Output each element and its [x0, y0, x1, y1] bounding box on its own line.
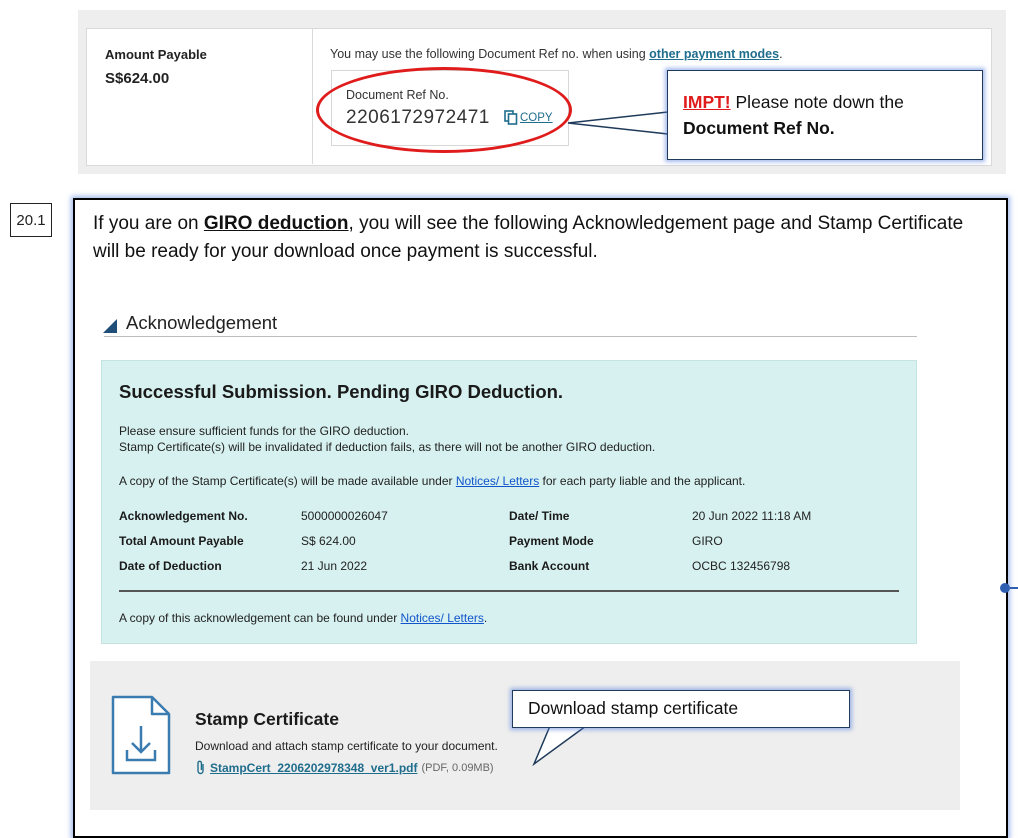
ack-line3-suffix: for each party liable and the applicant. — [539, 474, 746, 488]
amount-payable-value: S$624.00 — [105, 70, 170, 87]
ack-info-line-3: A copy of the Stamp Certificate(s) will … — [119, 474, 745, 488]
connector-dot — [1000, 583, 1010, 593]
step-intro-text: If you are on GIRO deduction, you will s… — [93, 210, 993, 266]
notices-letters-link[interactable]: Notices/ Letters — [456, 474, 539, 488]
impt-callout: IMPT! Please note down the Document Ref … — [667, 70, 983, 160]
acknowledgement-heading: Acknowledgement — [126, 312, 278, 333]
file-download-icon[interactable] — [110, 694, 172, 776]
callout-pointer-bottom — [532, 724, 589, 767]
file-meta: (PDF, 0.09MB) — [421, 761, 494, 774]
impt-label: IMPT! — [683, 92, 731, 112]
connector-line — [1010, 587, 1018, 589]
doc-ref-notice: You may use the following Document Ref n… — [330, 47, 783, 61]
intro-prefix: If you are on — [93, 213, 204, 234]
ack-field-value: GIRO — [692, 534, 723, 548]
doc-ref-notice-suffix: . — [779, 47, 783, 61]
section-marker-icon — [103, 319, 117, 333]
ack-footer-text: A copy of this acknowledgement can be fo… — [119, 611, 487, 625]
ack-footer-suffix: . — [483, 611, 488, 625]
highlight-ellipse — [316, 67, 572, 153]
ack-info-line-1: Please ensure sufficient funds for the G… — [119, 424, 409, 438]
ack-field-value: 5000000026047 — [301, 509, 388, 523]
step-number: 20.1 — [10, 203, 52, 237]
ack-field-key: Bank Account — [509, 559, 590, 573]
stamp-certificate-file[interactable]: StampCert_2206202978348_ver1.pdf (PDF, 0… — [195, 760, 494, 775]
ack-separator — [119, 590, 899, 592]
impt-bold-text: Document Ref No. — [683, 118, 835, 138]
impt-text: Please note down the — [730, 92, 904, 112]
other-payment-modes-link[interactable]: other payment modes — [649, 47, 779, 61]
ack-footer-prefix: A copy of this acknowledgement can be fo… — [119, 611, 401, 625]
ack-field-key: Date of Deduction — [119, 559, 222, 573]
acknowledgement-divider — [104, 336, 917, 337]
ack-field-key: Total Amount Payable — [119, 534, 244, 548]
ack-info-line-2: Stamp Certificate(s) will be invalidated… — [119, 440, 656, 454]
amount-payable-label: Amount Payable — [105, 47, 207, 62]
download-callout: Download stamp certificate — [512, 690, 850, 728]
giro-deduction-text: GIRO deduction — [203, 213, 349, 234]
ack-field-value: 20 Jun 2022 11:18 AM — [692, 509, 812, 523]
payment-card-divider — [312, 28, 313, 164]
notices-letters-footer-link[interactable]: Notices/ Letters — [401, 611, 484, 625]
ack-field-value: 21 Jun 2022 — [301, 559, 368, 573]
ack-line3-prefix: A copy of the Stamp Certificate(s) will … — [119, 474, 456, 488]
stamp-certificate-description: Download and attach stamp certificate to… — [195, 739, 498, 753]
ack-field-key: Date/ Time — [509, 509, 570, 523]
stamp-certificate-panel — [90, 661, 960, 810]
ack-field-value: S$ 624.00 — [301, 534, 356, 548]
stamp-certificate-link[interactable]: StampCert_2206202978348_ver1.pdf — [210, 761, 417, 775]
ack-field-key: Acknowledgement No. — [119, 509, 248, 523]
doc-ref-notice-prefix: You may use the following Document Ref n… — [330, 47, 650, 61]
stamp-certificate-title: Stamp Certificate — [195, 709, 339, 729]
acknowledgement-title: Successful Submission. Pending GIRO Dedu… — [119, 381, 564, 402]
ack-field-value: OCBC 132456798 — [692, 559, 791, 573]
paperclip-icon — [197, 760, 204, 775]
callout-pointer-top — [567, 111, 670, 135]
ack-field-key: Payment Mode — [509, 534, 594, 548]
